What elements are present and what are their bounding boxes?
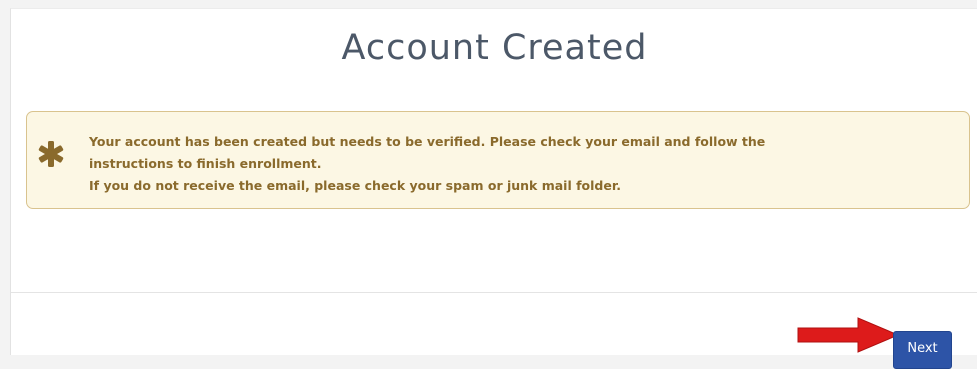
red-arrow-icon	[797, 317, 900, 353]
asterisk-icon	[38, 141, 64, 167]
verification-alert: Your account has been created but needs …	[26, 111, 970, 209]
alert-line: instructions to finish enrollment.	[89, 156, 322, 171]
alert-line: Your account has been created but needs …	[89, 134, 766, 149]
next-button[interactable]: Next	[893, 331, 952, 369]
account-created-panel: Account Created Your account has been cr…	[10, 8, 977, 355]
alert-line: If you do not receive the email, please …	[89, 178, 621, 193]
page-title: Account Created	[341, 28, 648, 68]
alert-message: Your account has been created but needs …	[89, 131, 949, 197]
footer-divider	[11, 292, 977, 293]
